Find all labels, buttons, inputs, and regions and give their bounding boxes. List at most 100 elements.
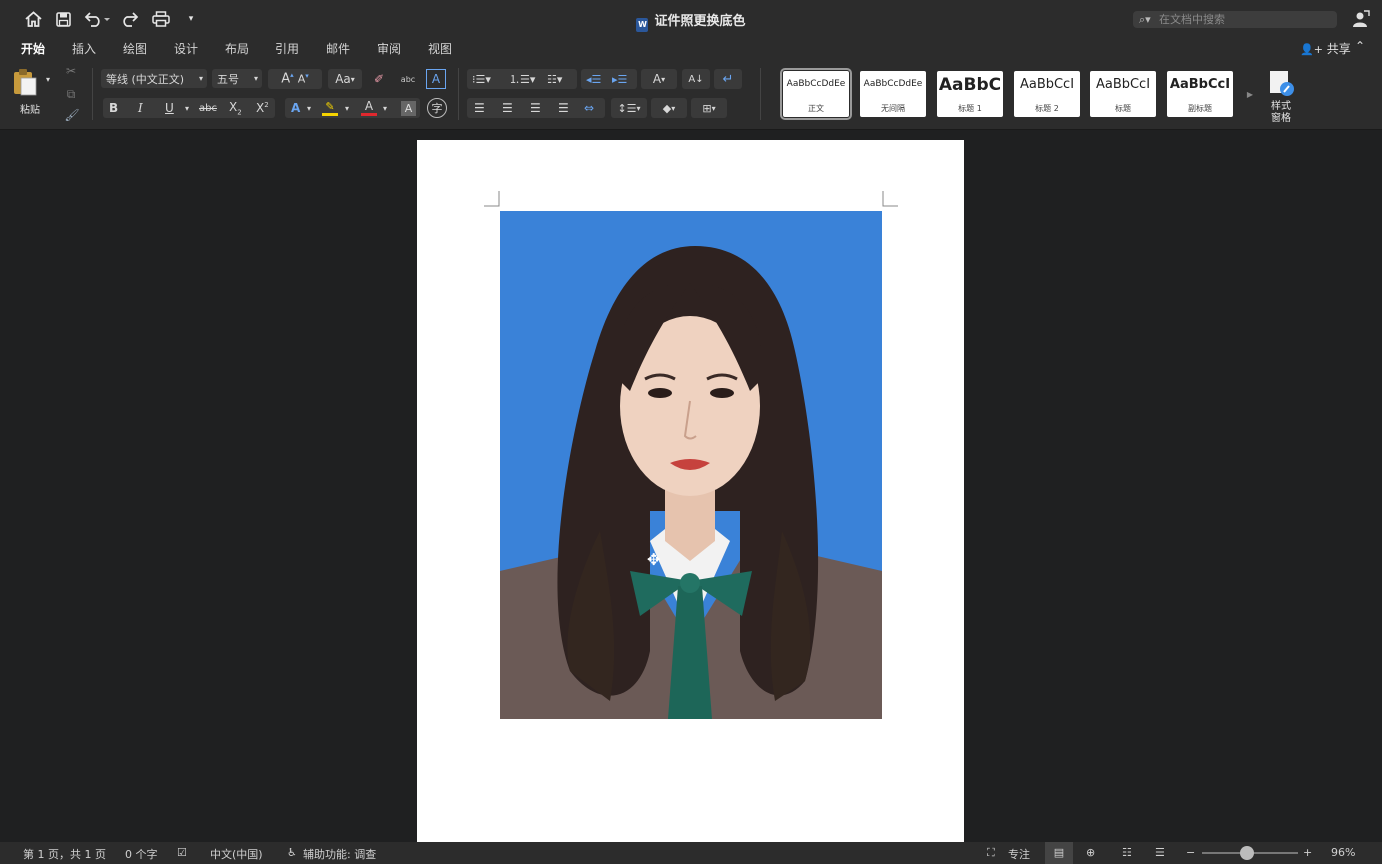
style-sample: AaBbC (938, 75, 1002, 95)
zoom-slider-thumb[interactable] (1240, 846, 1254, 860)
grow-font-icon[interactable]: A▴ (281, 71, 293, 86)
chevron-down-icon[interactable]: ▾ (345, 104, 349, 113)
font-name-select[interactable]: 等线 (中文正文) ▾ (101, 69, 207, 88)
tab-layout[interactable]: 布局 (225, 40, 249, 57)
paste-icon[interactable] (13, 68, 37, 96)
accessibility-status[interactable]: 辅助功能: 调查 (303, 846, 376, 862)
subscript-icon[interactable]: X2 (229, 100, 242, 116)
character-shading-icon[interactable]: A (401, 100, 416, 116)
styles-more-icon[interactable]: ▶ (1244, 88, 1256, 100)
styles-pane-icon[interactable] (1266, 68, 1296, 98)
style-heading-1[interactable]: AaBbC 标题 1 (937, 71, 1003, 117)
word-count[interactable]: 0 个字 (125, 846, 158, 862)
text-effects-icon[interactable]: A (291, 101, 300, 115)
divider (760, 68, 761, 120)
show-marks-icon[interactable]: ↵ (714, 69, 742, 89)
enclose-character-icon[interactable]: 字 (427, 98, 447, 118)
document-title: 证件照更换底色 (654, 14, 746, 29)
strikethrough-button[interactable]: abc (199, 103, 217, 114)
change-case-icon[interactable]: Aa ▾ (328, 69, 362, 89)
web-layout-icon[interactable]: ⊕ (1086, 846, 1095, 859)
zoom-level[interactable]: 96% (1331, 846, 1355, 859)
style-sample: AaBbCcI (1095, 77, 1151, 92)
style-heading-2[interactable]: AaBbCcI 标题 2 (1014, 71, 1080, 117)
font-color-icon[interactable]: A (361, 99, 377, 116)
chevron-down-icon[interactable]: ▾ (307, 104, 311, 113)
increase-indent-icon[interactable]: ▸☰ (612, 73, 627, 86)
page-count[interactable]: 第 1 页，共 1 页 (23, 846, 106, 862)
superscript-icon[interactable]: X2 (256, 101, 269, 115)
italic-button[interactable]: I (138, 101, 143, 115)
zoom-in-icon[interactable]: + (1303, 846, 1312, 859)
collapse-ribbon-icon[interactable]: ⌃ (1355, 39, 1365, 53)
tab-insert[interactable]: 插入 (72, 40, 96, 57)
id-photo-image[interactable] (500, 211, 882, 719)
tab-references[interactable]: 引用 (275, 40, 299, 57)
document-search[interactable]: ⌕▾ 在文档中搜索 (1133, 11, 1337, 28)
align-right-icon[interactable]: ☰ (530, 101, 541, 115)
multilevel-list-icon[interactable]: ☷▾ (547, 73, 562, 86)
share-label: 共享 (1326, 42, 1351, 56)
highlight-icon[interactable]: ✎ (322, 100, 338, 116)
justify-icon[interactable]: ☰ (558, 101, 569, 115)
font-size-select[interactable]: 五号 ▾ (212, 69, 262, 88)
proofing-icon[interactable]: ☑ (177, 846, 187, 859)
shading-icon[interactable]: ◆ ▾ (651, 98, 687, 118)
bullets-icon[interactable]: ⁝☰▾ (472, 73, 491, 86)
print-layout-icon[interactable]: ▤ (1045, 842, 1073, 864)
cut-icon[interactable]: ✂ (64, 64, 78, 78)
tab-review[interactable]: 审阅 (377, 40, 401, 57)
focus-label[interactable]: 专注 (1008, 846, 1030, 862)
tab-mailings[interactable]: 邮件 (326, 40, 350, 57)
shrink-font-icon[interactable]: A▾ (298, 72, 309, 86)
distributed-icon[interactable]: ⇔ (584, 101, 594, 115)
clear-formatting-icon[interactable]: ✐ (368, 69, 390, 89)
grow-shrink-font-group: A▴ A▾ (268, 69, 322, 89)
style-subtitle[interactable]: AaBbCcI 副标题 (1167, 71, 1233, 117)
chevron-down-icon[interactable]: ▾ (383, 104, 387, 113)
asian-layout-icon[interactable]: A ▾ (641, 69, 677, 89)
phonetic-guide-icon[interactable]: abc (396, 68, 420, 90)
tab-design[interactable]: 设计 (174, 40, 198, 57)
style-name: 无间隔 (881, 104, 905, 113)
focus-icon[interactable]: ⛶ (987, 846, 995, 860)
title-bar: ▾ W 证件照更换底色 ⌕▾ 在文档中搜索 (0, 0, 1382, 38)
zoom-out-icon[interactable]: − (1186, 846, 1195, 859)
share-button[interactable]: 👤+ 共享 (1300, 40, 1351, 57)
chevron-down-icon[interactable]: ▾ (185, 104, 189, 113)
copy-icon[interactable]: ⧉ (64, 87, 78, 101)
styles-pane-label: 样式 窗格 (1271, 101, 1291, 124)
outline-view-icon[interactable]: ☷ (1122, 846, 1132, 859)
format-painter-icon[interactable]: 🖌 (64, 108, 80, 122)
font-color-group: A ▾ ✎ ▾ A ▾ A (285, 98, 420, 118)
paste-label: 粘贴 (20, 105, 40, 116)
draft-view-icon[interactable]: ☰ (1155, 846, 1165, 859)
account-icon[interactable] (1352, 10, 1370, 28)
decrease-indent-icon[interactable]: ◂☰ (586, 73, 601, 86)
tab-draw[interactable]: 绘图 (123, 40, 147, 57)
style-sample: AaBbCcDdEe (863, 79, 923, 89)
chevron-down-icon: ▾ (253, 74, 258, 83)
line-spacing-icon[interactable]: ↕☰ ▾ (611, 98, 647, 118)
document-workspace[interactable]: ✥ (0, 130, 1382, 842)
style-title[interactable]: AaBbCcI 标题 (1090, 71, 1156, 117)
document-page[interactable] (417, 140, 964, 842)
style-normal[interactable]: AaBbCcDdEe 正文 (780, 68, 852, 120)
paste-dropdown-icon[interactable]: ▾ (44, 75, 52, 84)
align-left-icon[interactable]: ☰ (474, 101, 485, 115)
move-cursor-icon: ✥ (647, 550, 661, 569)
crop-mark-top-left (484, 191, 500, 207)
tab-home[interactable]: 开始 (21, 40, 45, 57)
tab-view[interactable]: 视图 (428, 40, 452, 57)
underline-button[interactable]: U (165, 101, 174, 115)
language-status[interactable]: 中文(中国) (210, 846, 263, 862)
borders-icon[interactable]: ⊞ ▾ (691, 98, 727, 118)
character-border-icon[interactable]: A (426, 69, 446, 89)
numbering-icon[interactable]: ⒈☰▾ (509, 71, 535, 87)
sort-icon[interactable]: A↓ (682, 69, 710, 89)
style-no-spacing[interactable]: AaBbCcDdEe 无间隔 (860, 71, 926, 117)
align-center-icon[interactable]: ☰ (502, 101, 513, 115)
indent-group: ◂☰ ▸☰ (581, 69, 637, 89)
style-name: 正文 (808, 104, 824, 113)
bold-button[interactable]: B (109, 101, 118, 115)
